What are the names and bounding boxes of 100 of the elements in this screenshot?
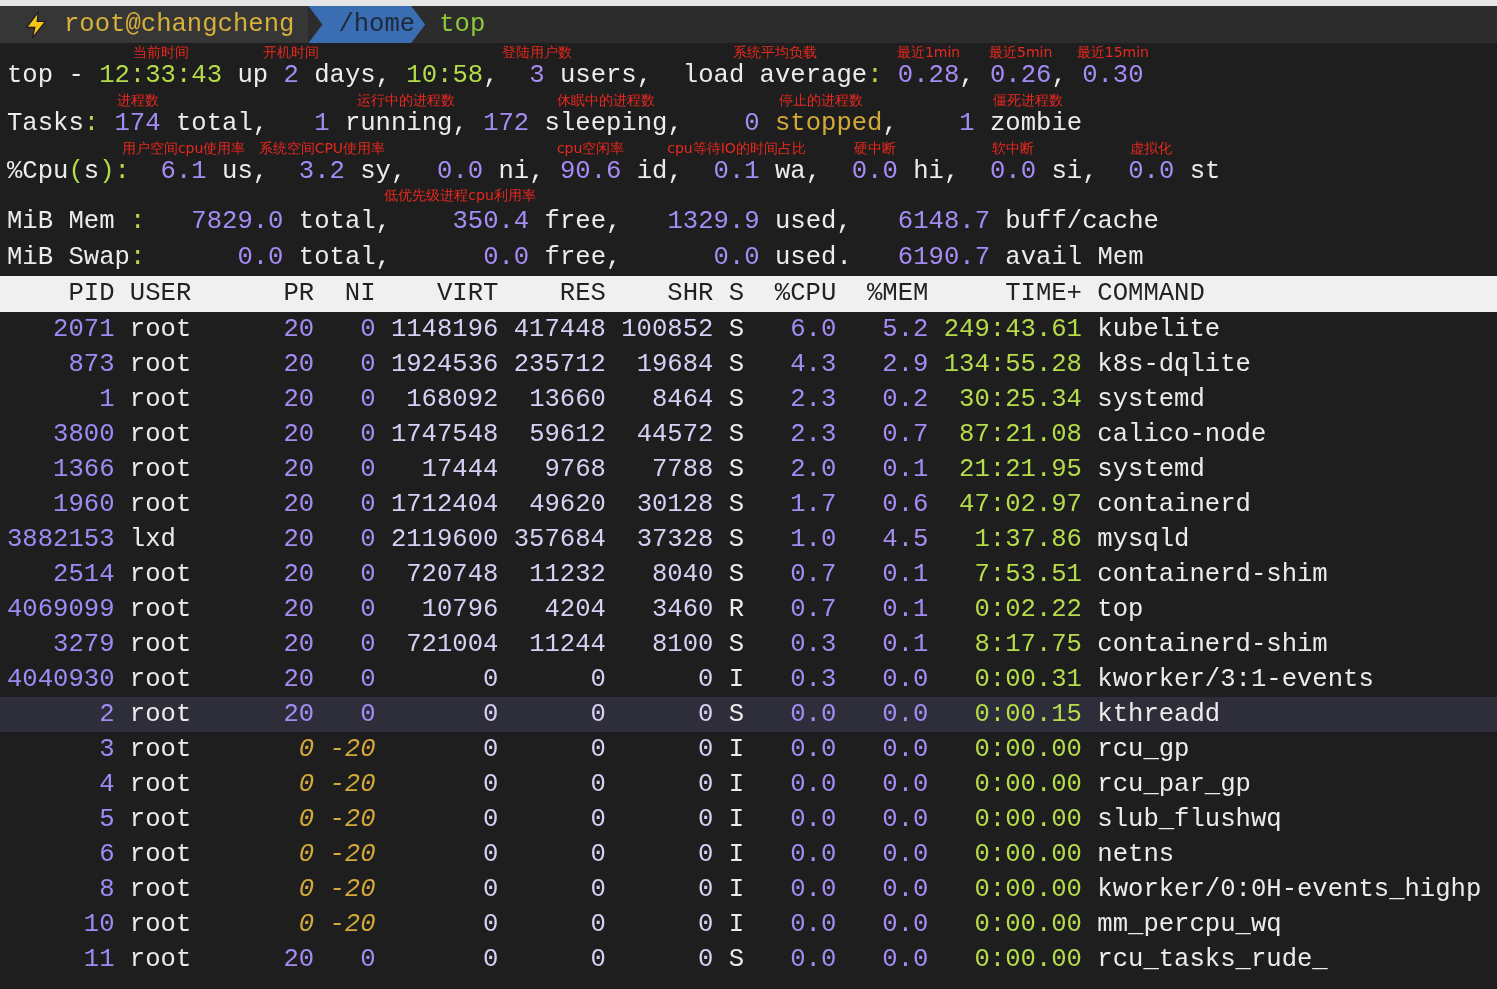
table-cell-text: 17444 xyxy=(420,454,499,486)
status-text: total, xyxy=(297,243,392,272)
table-cell-text: S xyxy=(727,454,745,486)
table-cell-text: 13660 xyxy=(528,384,606,416)
column-header[interactable]: RES xyxy=(498,276,606,312)
status-text: ( xyxy=(68,157,84,186)
table-cell-text: 3800 xyxy=(52,419,115,451)
table-cell-text: 6.0 xyxy=(789,314,837,346)
table-cell-text: 19684 xyxy=(635,349,714,381)
column-header[interactable]: NI xyxy=(314,276,376,312)
table-cell-text: 2119600 xyxy=(389,524,499,556)
table-cell-text: 7:53.51 xyxy=(973,559,1082,591)
table-row[interactable]: 2071 root 20 0 1148196 417448 100852 S 6.0 5.2 249:43.61 kubelite xyxy=(0,312,1497,347)
table-cell-text: 0 xyxy=(697,874,714,906)
annotation-label: 系统空间CPU使用率 xyxy=(258,140,386,156)
table-cell-text: lxd xyxy=(128,524,177,556)
table-cell-text: 0.7 xyxy=(789,594,837,626)
table-cell-text: 1747548 xyxy=(389,419,499,451)
table-cell-text: kthreadd xyxy=(1096,699,1221,731)
status-value: 12:33:43 xyxy=(99,61,223,90)
column-header[interactable]: PID xyxy=(7,276,115,312)
table-cell-text: 0 xyxy=(697,769,714,801)
table-row[interactable]: 4040930 root 20 0 0 0 0 I 0.3 0.0 0:00.31 kworker/3:1-events xyxy=(0,662,1497,697)
status-value: 0 xyxy=(743,109,760,138)
table-cell-text: 0.7 xyxy=(881,419,929,451)
annotation-label: 休眠中的进程数 xyxy=(557,92,655,108)
column-header[interactable]: PR xyxy=(252,276,315,312)
table-cell-text: 0.3 xyxy=(789,629,837,661)
column-header[interactable]: SHR xyxy=(605,276,714,312)
column-header[interactable]: VIRT xyxy=(375,276,499,312)
table-cell-text: containerd xyxy=(1096,489,1251,521)
table-cell-text: 5.2 xyxy=(881,314,929,346)
table-cell-text: 0 xyxy=(697,909,714,941)
status-value: 6190.7 xyxy=(897,243,990,272)
table-cell-text: 100852 xyxy=(620,314,714,346)
column-header[interactable]: COMMAND xyxy=(1082,276,1205,312)
table-cell-text: root xyxy=(128,314,193,346)
table-cell-text: 0 xyxy=(359,314,376,346)
status-value: 0.0 xyxy=(713,243,760,272)
annotation-label: 最近15min xyxy=(1076,44,1149,60)
prompt-command: top xyxy=(439,11,486,38)
table-row[interactable]: 8 root 0 -20 0 0 0 I 0.0 0.0 0:00.00 kworker/0:0H-events_highp xyxy=(0,872,1497,907)
table-row[interactable]: 873 root 20 0 1924536 235712 19684 S 4.3 2.9 134:55.28 k8s-dqlite xyxy=(0,347,1497,382)
table-cell-text: 4040930 xyxy=(7,664,115,696)
table-cell-text: 2.3 xyxy=(789,384,837,416)
table-row[interactable]: 3 root 0 -20 0 0 0 I 0.0 0.0 0:00.00 rcu_gp xyxy=(0,732,1497,767)
table-cell-text: 8:17.75 xyxy=(973,629,1082,661)
table-row[interactable]: 3279 root 20 0 721004 11244 8100 S 0.3 0.1 8:17.75 containerd-shim xyxy=(0,627,1497,662)
status-value: 0.28 xyxy=(897,61,960,90)
table-cell-text: -20 xyxy=(328,909,376,941)
table-cell-text: 0.7 xyxy=(789,559,837,591)
table-row[interactable]: 5 root 0 -20 0 0 0 I 0.0 0.0 0:00.00 slub_flushwq xyxy=(0,802,1497,837)
table-row[interactable]: 1960 root 20 0 1712404 49620 30128 S 1.7 0.6 47:02.97 containerd xyxy=(0,487,1497,522)
status-value: 90.6 xyxy=(559,157,622,186)
table-cell-text: S xyxy=(727,384,745,416)
table-cell-text: 0.0 xyxy=(881,664,929,696)
table-row[interactable]: 1366 root 20 0 17444 9768 7788 S 2.0 0.1 21:21.95 systemd xyxy=(0,452,1497,487)
column-header[interactable]: USER xyxy=(114,276,253,312)
table-cell-text: 0 xyxy=(482,874,499,906)
status-text: wa, xyxy=(773,157,823,186)
column-header[interactable]: %CPU xyxy=(744,276,837,312)
table-row[interactable]: 3882153 lxd 20 0 2119600 357684 37328 S 1.0 4.5 1:37.86 mysqld xyxy=(0,522,1497,557)
table-cell-text: 3882153 xyxy=(7,524,115,556)
table-row[interactable]: 2 root 20 0 0 0 0 S 0.0 0.0 0:00.15 kthreadd xyxy=(0,697,1497,732)
status-text: st xyxy=(1188,157,1221,186)
table-cell-text: 0.2 xyxy=(881,384,929,416)
annotation-label: 登陆用户数 xyxy=(501,44,572,60)
table-cell-text: 20 xyxy=(282,489,315,521)
annotation-label: 系统平均负载 xyxy=(732,44,817,60)
table-cell-text: 1712404 xyxy=(389,489,499,521)
table-cell-text: 10796 xyxy=(420,594,499,626)
table-cell-text: 4 xyxy=(98,769,115,801)
table-row[interactable]: 2514 root 20 0 720748 11232 8040 S 0.7 0.1 7:53.51 containerd-shim xyxy=(0,557,1497,592)
table-row[interactable]: 4 root 0 -20 0 0 0 I 0.0 0.0 0:00.00 rcu_par_gp xyxy=(0,767,1497,802)
table-cell-text: 0 xyxy=(297,734,315,766)
status-text: us, xyxy=(221,157,270,186)
table-row[interactable]: 6 root 0 -20 0 0 0 I 0.0 0.0 0:00.00 netns xyxy=(0,837,1497,872)
table-cell-text: rcu_tasks_rude_ xyxy=(1096,944,1328,976)
column-header[interactable]: TIME+ xyxy=(928,276,1082,312)
status-text: total, xyxy=(297,207,392,236)
table-cell-text: I xyxy=(727,769,745,801)
table-row[interactable]: 10 root 0 -20 0 0 0 I 0.0 0.0 0:00.00 mm_percpu_wq xyxy=(0,907,1497,942)
table-row[interactable]: 11 root 20 0 0 0 0 S 0.0 0.0 0:00.00 rcu_tasks_rude_ xyxy=(0,942,1497,977)
column-header[interactable]: %MEM xyxy=(836,276,929,312)
table-cell-text: 1960 xyxy=(52,489,115,521)
table-cell-text: 0 xyxy=(359,944,376,976)
table-cell-text: 0:00.00 xyxy=(973,909,1082,941)
table-cell-text: 20 xyxy=(282,314,315,346)
table-row[interactable]: 3800 root 20 0 1747548 59612 44572 S 2.3 0.7 87:21.08 calico-node xyxy=(0,417,1497,452)
status-text: ni, xyxy=(497,157,546,186)
table-cell-text: S xyxy=(727,524,745,556)
status-value: 174 xyxy=(114,109,161,138)
table-cell-text: root xyxy=(128,384,193,416)
column-header[interactable]: S xyxy=(713,276,745,312)
table-row[interactable]: 1 root 20 0 168092 13660 8464 S 2.3 0.2 30:25.34 systemd xyxy=(0,382,1497,417)
table-row[interactable]: 4069099 root 20 0 10796 4204 3460 R 0.7 0.1 0:02.22 top xyxy=(0,592,1497,627)
table-cell-text: 0:00.00 xyxy=(973,769,1082,801)
table-cell-text: 1148196 xyxy=(389,314,499,346)
table-cell-text: root xyxy=(128,454,193,486)
annotation-label: 最近1min xyxy=(896,44,961,60)
